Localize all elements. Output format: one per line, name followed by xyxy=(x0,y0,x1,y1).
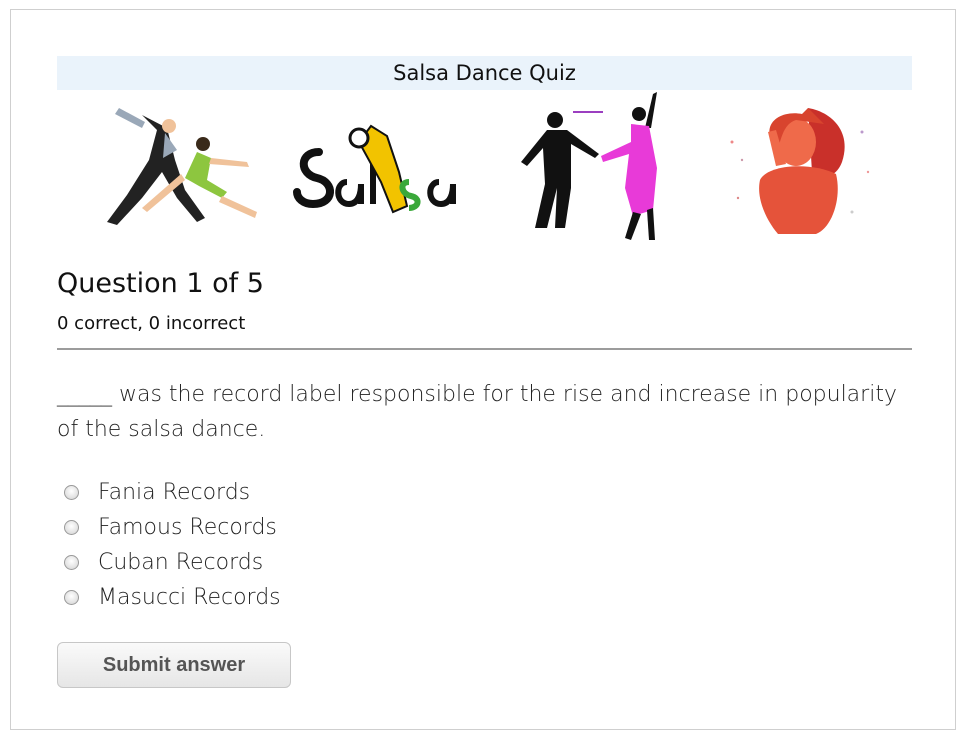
question-counter: Question 1 of 5 xyxy=(57,268,264,299)
radio-button[interactable] xyxy=(64,485,79,500)
question-text: _____ was the record label responsible f… xyxy=(57,382,897,442)
salsa-saxophone-logo xyxy=(293,124,456,214)
quiz-content: Salsa Dance Quiz Question 1 of 5 0 corre… xyxy=(57,56,912,688)
answer-option[interactable]: Fania Records xyxy=(57,475,912,510)
submit-answer-button[interactable]: Submit answer xyxy=(57,642,291,688)
quiz-title: Salsa Dance Quiz xyxy=(57,56,912,90)
salsa-woman-red-image xyxy=(730,108,870,234)
answer-option[interactable]: Cuban Records xyxy=(57,545,912,580)
divider xyxy=(57,348,912,350)
quiz-container: Salsa Dance Quiz Question 1 of 5 0 corre… xyxy=(10,9,956,730)
score-text: 0 correct, 0 incorrect xyxy=(57,313,246,334)
radio-button[interactable] xyxy=(64,590,79,605)
answer-option-label: Famous Records xyxy=(98,515,277,540)
answer-options: Fania Records Famous Records Cuban Recor… xyxy=(57,475,912,615)
answer-option[interactable]: Masucci Records xyxy=(57,580,912,615)
radio-button[interactable] xyxy=(64,555,79,570)
salsa-couple-image xyxy=(107,108,257,225)
answer-option-label: Masucci Records xyxy=(98,585,281,610)
banner-images xyxy=(57,90,912,250)
answer-option-label: Cuban Records xyxy=(98,550,264,575)
radio-button[interactable] xyxy=(64,520,79,535)
answer-option[interactable]: Famous Records xyxy=(57,510,912,545)
answer-option-label: Fania Records xyxy=(98,480,251,505)
salsa-silhouette-couple-image xyxy=(521,92,657,240)
